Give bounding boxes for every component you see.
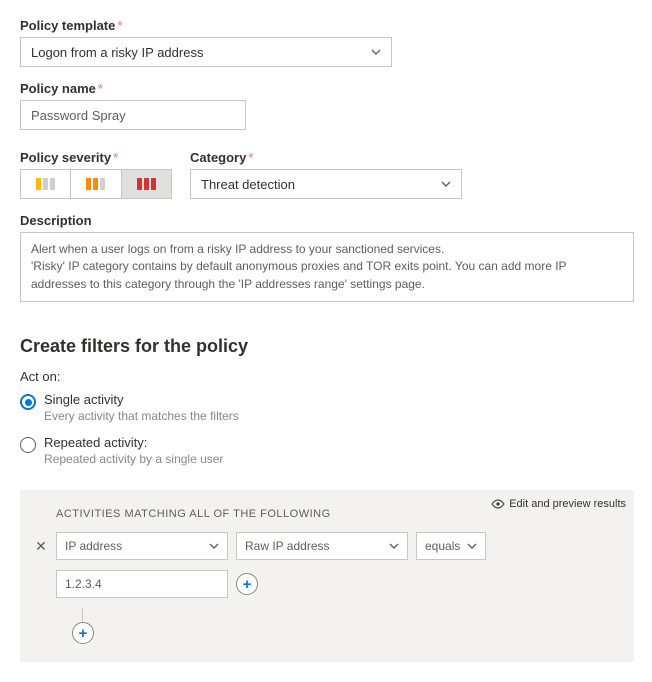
filter-value-text: 1.2.3.4 (65, 577, 102, 591)
required-asterisk: * (117, 18, 122, 33)
radio-single-activity[interactable]: Single activity Every activity that matc… (20, 392, 632, 423)
filter-panel: Edit and preview results ACTIVITIES MATC… (20, 490, 634, 662)
category-value: Threat detection (201, 177, 295, 192)
radio-repeated-activity[interactable]: Repeated activity: Repeated activity by … (20, 435, 632, 466)
filter-operator-value: equals (425, 539, 460, 553)
radio-single-sub: Every activity that matches the filters (44, 409, 239, 423)
severity-high-button[interactable] (122, 170, 171, 198)
filter-field-value: IP address (65, 539, 122, 553)
label-description: Description (20, 213, 632, 228)
required-asterisk: * (98, 81, 103, 96)
chevron-down-icon (371, 47, 381, 57)
label-act-on: Act on: (20, 369, 632, 384)
eye-icon (491, 499, 505, 509)
radio-icon (20, 437, 36, 453)
chevron-down-icon (441, 179, 451, 189)
required-asterisk: * (248, 150, 253, 165)
add-value-button[interactable]: + (236, 573, 258, 595)
radio-single-title: Single activity (44, 392, 239, 407)
label-category: Category* (190, 150, 462, 165)
description-line-1: Alert when a user logs on from a risky I… (31, 241, 623, 258)
preview-label: Edit and preview results (509, 498, 626, 510)
radio-icon (20, 394, 36, 410)
add-filter-button[interactable]: + (72, 622, 94, 644)
chevron-down-icon (389, 541, 399, 551)
label-policy-severity: Policy severity* (20, 150, 172, 165)
edit-preview-results-link[interactable]: Edit and preview results (491, 498, 626, 510)
filter-field-select[interactable]: IP address (56, 532, 228, 560)
chevron-down-icon (209, 541, 219, 551)
filter-value-input[interactable]: 1.2.3.4 (56, 570, 228, 598)
severity-medium-button[interactable] (71, 170, 121, 198)
label-policy-template: Policy template* (20, 18, 632, 33)
description-line-2: 'Risky' IP category contains by default … (31, 258, 623, 293)
policy-template-value: Logon from a risky IP address (31, 45, 203, 60)
policy-name-value: Password Spray (31, 108, 126, 123)
remove-filter-button[interactable]: ✕ (34, 538, 48, 555)
policy-name-input[interactable]: Password Spray (20, 100, 246, 130)
description-textarea[interactable]: Alert when a user logs on from a risky I… (20, 232, 634, 302)
severity-low-button[interactable] (21, 170, 71, 198)
label-policy-name: Policy name* (20, 81, 632, 96)
policy-template-select[interactable]: Logon from a risky IP address (20, 37, 392, 67)
radio-repeated-sub: Repeated activity by a single user (44, 452, 223, 466)
radio-repeated-title: Repeated activity: (44, 435, 223, 450)
policy-severity-group (20, 169, 172, 199)
category-select[interactable]: Threat detection (190, 169, 462, 199)
filter-connector-line (82, 608, 620, 622)
required-asterisk: * (113, 150, 118, 165)
filter-operator-select[interactable]: equals (416, 532, 486, 560)
filter-subfield-select[interactable]: Raw IP address (236, 532, 408, 560)
filter-subfield-value: Raw IP address (245, 539, 330, 553)
section-heading-filters: Create filters for the policy (20, 336, 632, 357)
chevron-down-icon (467, 541, 477, 551)
